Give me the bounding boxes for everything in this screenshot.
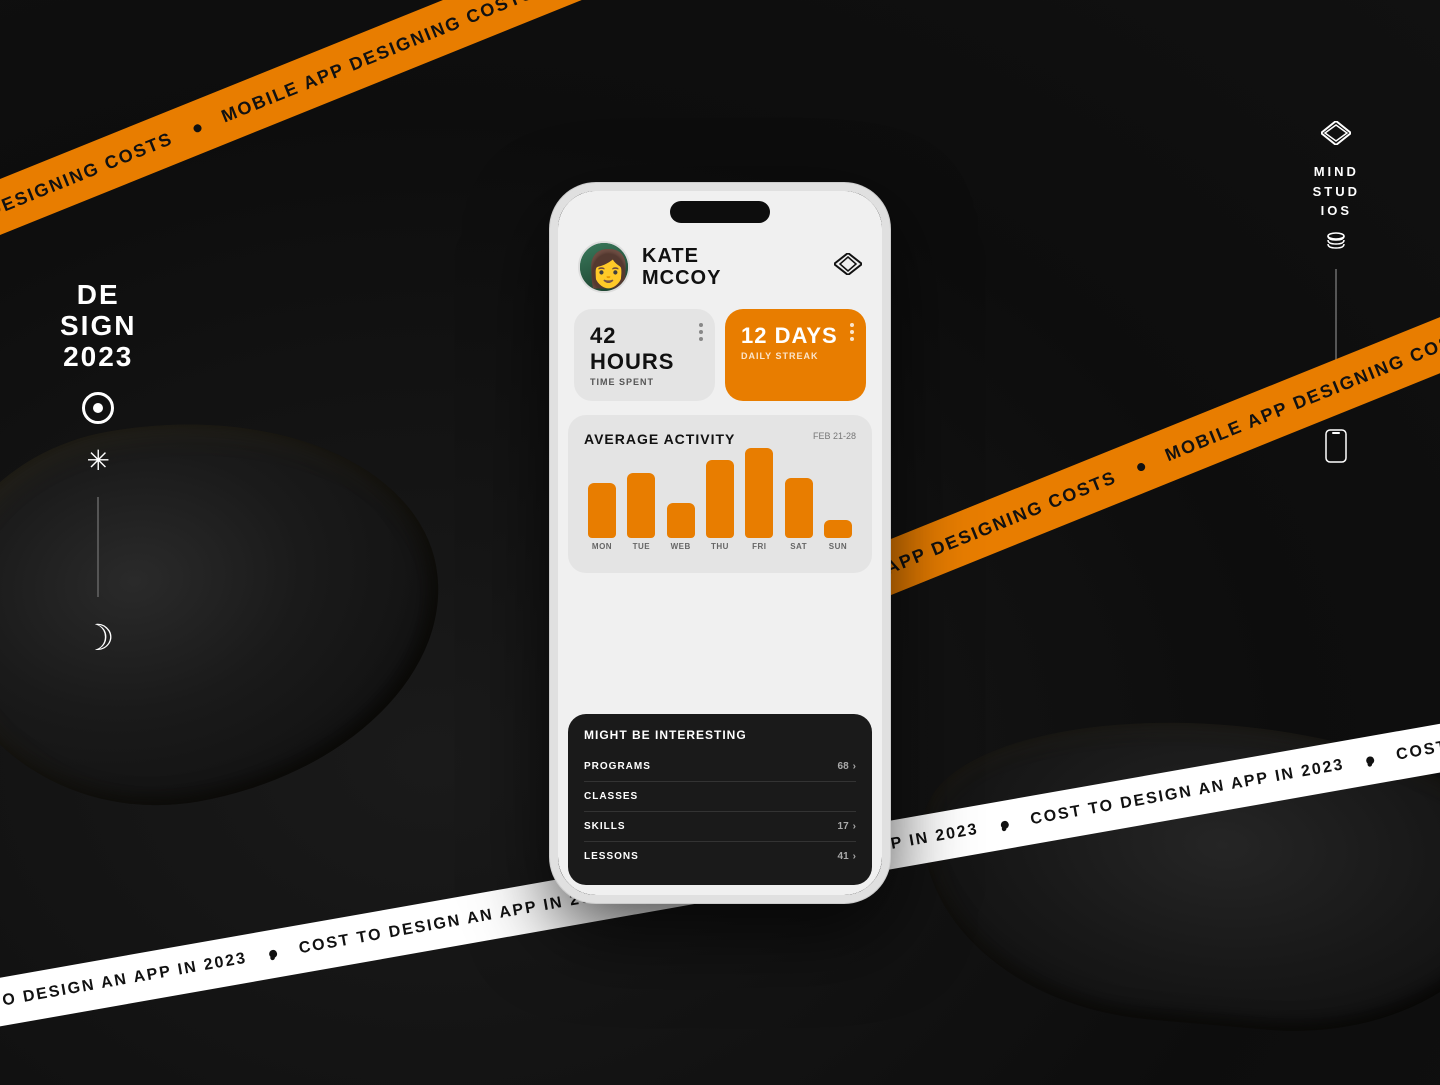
avatar-image	[580, 243, 628, 291]
time-spent-card: 42 HOURS TIME SPENT	[574, 309, 715, 401]
brand-logo-icon	[1321, 120, 1351, 152]
sun-icon: ✳	[87, 444, 110, 477]
daily-streak-dots[interactable]	[850, 323, 854, 341]
bar-web-label: WEB	[671, 542, 691, 551]
skills-label: SKILLS	[584, 821, 626, 832]
menu-item-lessons[interactable]: LESSONS 41 ›	[584, 842, 856, 871]
daily-streak-label: DAILY STREAK	[741, 351, 850, 361]
bar-web: WEB	[667, 503, 695, 551]
activity-chart: MON TUE WEB THU	[584, 451, 856, 551]
menu-item-programs[interactable]: PROGRAMS 68 ›	[584, 752, 856, 782]
bar-sat: SAT	[785, 478, 813, 551]
interesting-section: MIGHT BE INTERESTING PROGRAMS 68 › CLASS…	[568, 714, 872, 885]
skills-chevron: ›	[853, 821, 856, 832]
bar-sat-fill	[785, 478, 813, 538]
time-spent-label: TIME SPENT	[590, 377, 699, 387]
design-year-label: DE SIGN 2023	[60, 280, 136, 372]
bar-tue-fill	[627, 473, 655, 538]
header-logo-icon	[834, 253, 862, 281]
programs-chevron: ›	[853, 761, 856, 772]
user-info: KATE MCCOY	[578, 241, 721, 293]
vertical-line-deco	[97, 497, 99, 597]
programs-count: 68 ›	[838, 761, 856, 772]
stats-row: 42 HOURS TIME SPENT 12 DAYS DAILY STREAK	[558, 309, 882, 415]
dot-3	[850, 337, 854, 341]
bar-sun-fill	[824, 520, 852, 538]
bar-tue: TUE	[627, 473, 655, 551]
dot-2	[699, 330, 703, 334]
bar-thu-label: THU	[711, 542, 729, 551]
phone-frame: KATE MCCOY 42 HOURS TIME SPENT	[550, 183, 890, 903]
user-name: KATE MCCOY	[642, 245, 721, 289]
database-icon	[1325, 231, 1347, 259]
avatar	[578, 241, 630, 293]
activity-card: AVERAGE ACTIVITY FEB 21-28 MON TUE	[568, 415, 872, 573]
menu-item-classes[interactable]: CLASSES	[584, 782, 856, 812]
menu-item-skills[interactable]: SKILLS 17 ›	[584, 812, 856, 842]
classes-label: CLASSES	[584, 791, 638, 802]
bar-sun-label: SUN	[829, 542, 847, 551]
bar-fri-label: FRI	[752, 542, 766, 551]
brand-name-label: MIND STUD IOS	[1313, 162, 1360, 221]
activity-title: AVERAGE ACTIVITY	[584, 431, 735, 447]
bar-thu: THU	[706, 460, 734, 551]
activity-section: AVERAGE ACTIVITY FEB 21-28 MON TUE	[558, 415, 882, 714]
bar-sat-label: SAT	[790, 542, 807, 551]
phone-mockup: KATE MCCOY 42 HOURS TIME SPENT	[550, 183, 890, 903]
dot-1	[699, 323, 703, 327]
daily-streak-number: 12 DAYS	[741, 323, 850, 349]
dot-1	[850, 323, 854, 327]
bar-fri: FRI	[745, 448, 773, 551]
time-spent-number: 42 HOURS	[590, 323, 699, 375]
moon-icon: ☽	[82, 617, 114, 659]
dot-3	[699, 337, 703, 341]
bar-mon: MON	[588, 483, 616, 551]
bar-mon-fill	[588, 483, 616, 538]
skills-count: 17 ›	[838, 821, 856, 832]
left-decoration: DE SIGN 2023 ✳ ☽	[60, 280, 136, 659]
lessons-label: LESSONS	[584, 851, 639, 862]
phone-notch	[670, 201, 770, 223]
bar-sun: SUN	[824, 520, 852, 551]
circle-icon	[82, 392, 114, 424]
bar-fri-fill	[745, 448, 773, 538]
time-spent-dots[interactable]	[699, 323, 703, 341]
phone-screen: KATE MCCOY 42 HOURS TIME SPENT	[558, 191, 882, 895]
bar-tue-label: TUE	[633, 542, 651, 551]
daily-streak-card: 12 DAYS DAILY STREAK	[725, 309, 866, 401]
bar-mon-label: MON	[592, 542, 612, 551]
lessons-chevron: ›	[853, 851, 856, 862]
lessons-count: 41 ›	[838, 851, 856, 862]
phone-small-icon	[1325, 429, 1347, 469]
interesting-title: MIGHT BE INTERESTING	[584, 728, 856, 742]
bar-web-fill	[667, 503, 695, 538]
programs-label: PROGRAMS	[584, 761, 651, 772]
bar-thu-fill	[706, 460, 734, 538]
dot-2	[850, 330, 854, 334]
